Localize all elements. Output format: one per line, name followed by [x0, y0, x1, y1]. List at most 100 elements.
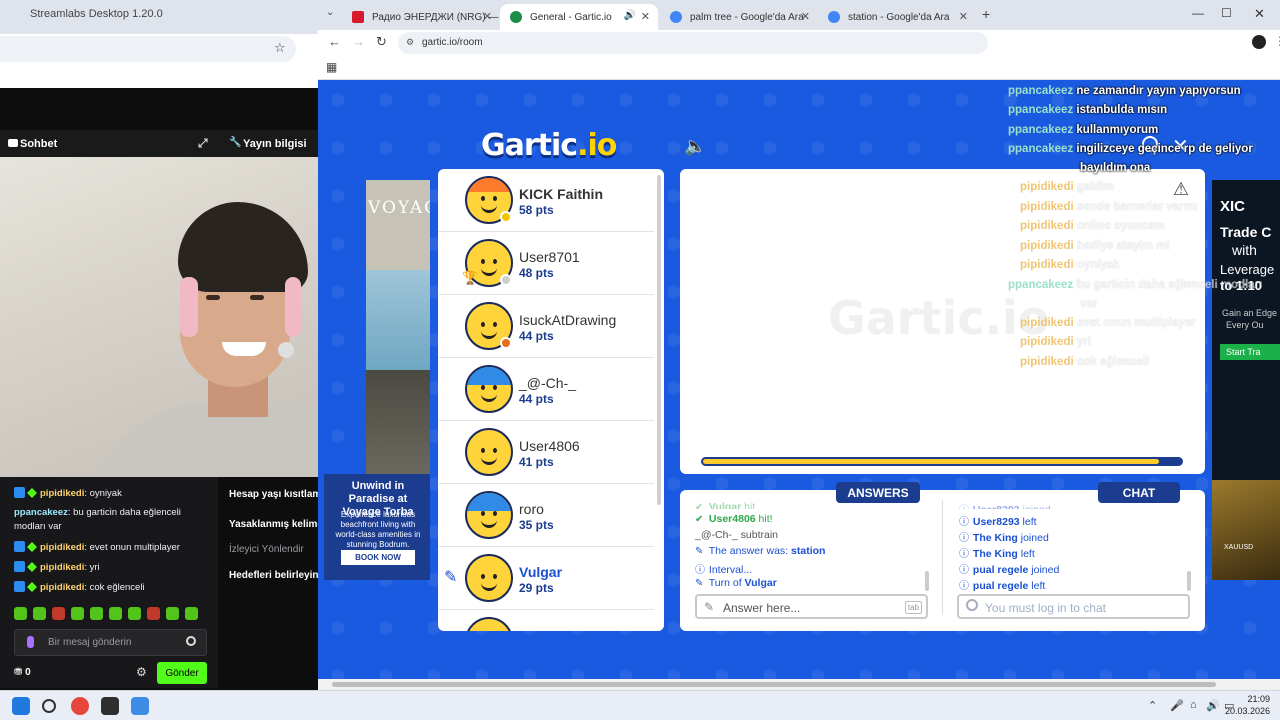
- speaker-icon[interactable]: 🔊: [624, 10, 636, 21]
- player-row[interactable]: _@-Ch-_ 44 pts: [438, 358, 654, 421]
- volume-icon[interactable]: 🔊: [1206, 699, 1220, 712]
- emote-icon[interactable]: [185, 607, 198, 620]
- report-warning-icon[interactable]: ⚠: [1173, 179, 1189, 200]
- emote-icon[interactable]: [166, 607, 179, 620]
- window-close-icon[interactable]: ✕: [1254, 6, 1265, 22]
- start-trading-button[interactable]: Start Tra: [1220, 344, 1280, 360]
- windows-start-icon[interactable]: [12, 697, 30, 715]
- close-tab-icon[interactable]: ✕: [641, 10, 650, 23]
- banned-words[interactable]: Yasaklanmış kelime: [229, 519, 323, 530]
- chat-tab[interactable]: Sohbet: [20, 138, 57, 150]
- chat-username[interactable]: pipidikedi: [40, 488, 84, 499]
- profile-avatar[interactable]: [1252, 35, 1266, 49]
- sound-toggle-icon[interactable]: 🔈: [684, 136, 706, 157]
- chrome-icon[interactable]: [71, 697, 89, 715]
- emote-icon[interactable]: [128, 607, 141, 620]
- emote-icon[interactable]: [90, 607, 103, 620]
- player-row[interactable]: 🏆 User8701 48 pts: [438, 232, 654, 295]
- minimize-icon[interactable]: —: [1192, 6, 1204, 20]
- site-info-icon[interactable]: ⚙: [406, 37, 414, 48]
- viewer-redirect[interactable]: İzleyici Yönlendir: [229, 544, 304, 555]
- microphone-icon[interactable]: [27, 636, 34, 648]
- players-scrollbar[interactable]: [657, 175, 661, 505]
- reload-icon[interactable]: ↻: [376, 34, 387, 50]
- tab-search-icon[interactable]: ⌄: [326, 7, 334, 18]
- player-row[interactable]: [438, 610, 654, 631]
- chat-username[interactable]: ppancakeez: [14, 507, 68, 518]
- close-tab-icon[interactable]: ✕: [801, 10, 810, 23]
- log-text: joined: [1017, 532, 1049, 544]
- emoji-icon[interactable]: [186, 636, 196, 646]
- channel-points[interactable]: ⛃ 0: [14, 667, 31, 678]
- streamlabs-icon[interactable]: [101, 697, 119, 715]
- answer-input[interactable]: ✎ Answer here... tab: [695, 594, 928, 619]
- emote-icon[interactable]: [52, 607, 65, 620]
- bookmark-star-icon[interactable]: ☆: [274, 40, 286, 56]
- book-now-button[interactable]: BOOK NOW: [341, 550, 415, 565]
- overlay-text: online oyuncam: [1076, 220, 1165, 232]
- room-chat-input[interactable]: You must log in to chat: [957, 594, 1190, 619]
- stream-info-tab[interactable]: Yayın bilgisi: [243, 138, 307, 150]
- network-icon[interactable]: ⌂: [1190, 699, 1197, 711]
- set-goals[interactable]: Hedefleri belirleyin: [229, 570, 318, 581]
- new-tab-button[interactable]: +: [982, 6, 990, 22]
- player-row[interactable]: KICK Faithin 58 pts: [438, 169, 654, 232]
- stream-chat-footer: ⛃ 0 ⚙ Gönder: [14, 661, 208, 685]
- emote-icon[interactable]: [109, 607, 122, 620]
- back-icon[interactable]: ←: [328, 34, 341, 49]
- tab-palm-tree[interactable]: palm tree - Google'da Ara ✕: [660, 4, 818, 30]
- chat-username[interactable]: pipidikedi: [40, 542, 84, 553]
- scrollbar-thumb[interactable]: [332, 682, 1216, 687]
- close-tab-icon[interactable]: ✕: [959, 10, 968, 23]
- chat-text: oyniyak: [89, 488, 122, 499]
- tab-gartic[interactable]: General - Gartic.io 🔊 ✕: [500, 4, 658, 30]
- left-browser-address-bar[interactable]: [0, 36, 296, 62]
- account-age-restriction[interactable]: Hesap yaşı kısıtlama: [229, 489, 327, 500]
- tray-chevron-icon[interactable]: ⌃: [1148, 699, 1157, 712]
- ad-ticker: XAUUSD: [1224, 544, 1254, 551]
- forward-icon[interactable]: →: [352, 34, 365, 49]
- chat-username[interactable]: pipidikedi: [40, 562, 84, 573]
- tab-radio-energy[interactable]: Радио ЭНЕРДЖИ (NRG) — ✕: [342, 4, 500, 30]
- chat-username[interactable]: pipidikedi: [40, 582, 84, 593]
- avatar-eye: [481, 322, 485, 327]
- emote-icon[interactable]: [147, 607, 160, 620]
- popout-icon[interactable]: ⤢: [198, 136, 208, 151]
- mic-tray-icon[interactable]: 🎤: [1170, 699, 1184, 712]
- apps-grid-icon[interactable]: ▦: [326, 60, 337, 74]
- search-icon[interactable]: [42, 699, 56, 713]
- chat-header: CHAT: [1098, 482, 1180, 503]
- overlay-chat-message: ppancakeez bu garticin daha eğlenceli mo…: [1008, 279, 1262, 291]
- stream-chat-input[interactable]: Bir mesaj gönderin: [14, 629, 207, 656]
- send-button[interactable]: Gönder: [157, 662, 207, 684]
- gartic-logo[interactable]: Gartic.io: [481, 128, 617, 163]
- tab-station[interactable]: station - Google'da Ara ✕: [818, 4, 976, 30]
- clock-date[interactable]: 20.03.2026: [1225, 706, 1270, 716]
- app-icon[interactable]: [131, 697, 149, 715]
- ad-line: Trade C: [1220, 224, 1272, 240]
- player-avatar: [465, 617, 513, 631]
- chat-scrollbar[interactable]: [1187, 571, 1191, 591]
- player-row[interactable]: roro 35 pts: [438, 484, 654, 547]
- round-timer-bar: [701, 457, 1183, 466]
- emote-icon[interactable]: [71, 607, 84, 620]
- player-row[interactable]: IsuckAtDrawing 44 pts: [438, 295, 654, 358]
- player-row[interactable]: User4806 41 pts: [438, 421, 654, 484]
- overlay-chat-message: pipidikedi yri: [1020, 336, 1091, 348]
- avatar-eye: [481, 511, 485, 516]
- clock-time[interactable]: 21:09: [1247, 694, 1270, 704]
- answers-scrollbar[interactable]: [925, 571, 929, 591]
- horizontal-scrollbar[interactable]: [318, 679, 1280, 690]
- player-row[interactable]: ✎ Vulgar 29 pts: [438, 547, 654, 610]
- address-bar[interactable]: ⚙ gartic.io/room: [398, 32, 988, 54]
- player-avatar: [465, 554, 513, 602]
- emote-icon[interactable]: [33, 607, 46, 620]
- gear-icon[interactable]: ⚙: [136, 665, 147, 679]
- close-tab-icon[interactable]: ✕: [483, 10, 492, 23]
- left-browser-tab-title[interactable]: Streamlabs Desktop 1.20.0: [30, 8, 163, 20]
- emote-icon[interactable]: [14, 607, 27, 620]
- menu-icon[interactable]: ⋮: [1274, 34, 1280, 48]
- hotel-ad-copy[interactable]: Unwind in Paradise at Voyage Torba Exper…: [324, 474, 430, 580]
- trading-ad[interactable]: XIC Trade C with Leverage to 1:10 Gain a…: [1212, 180, 1280, 580]
- maximize-icon[interactable]: ☐: [1221, 6, 1232, 20]
